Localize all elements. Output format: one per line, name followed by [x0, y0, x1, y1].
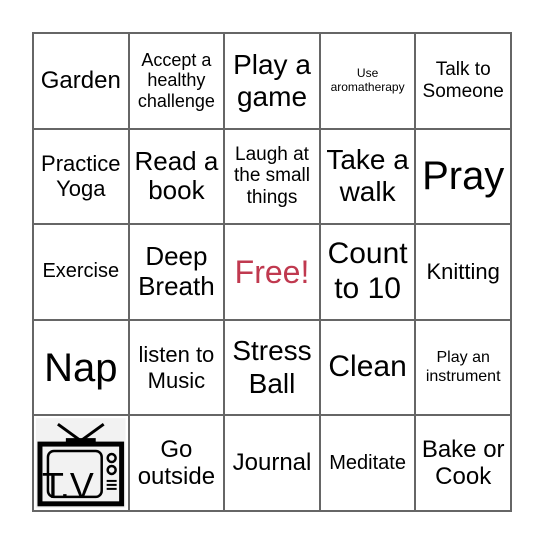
- cell-label: Read a book: [134, 145, 219, 206]
- cell-label: Clean: [328, 350, 407, 384]
- cell-label: Journal: [232, 449, 312, 477]
- bingo-cell[interactable]: Read a book: [129, 129, 226, 226]
- bingo-cell[interactable]: Deep Breath: [129, 225, 226, 321]
- bingo-cell[interactable]: Meditate: [320, 416, 417, 512]
- bingo-cell[interactable]: Take a walk: [320, 129, 417, 226]
- cell-label: Exercise: [42, 260, 120, 283]
- cell-label: Deep Breath: [138, 241, 215, 301]
- cell-label: Practice Yoga: [41, 151, 121, 202]
- cell-label: Meditate: [329, 451, 406, 474]
- svg-text:T.V: T.V: [42, 466, 94, 506]
- bingo-cell[interactable]: Knitting: [416, 225, 512, 321]
- cell-label: Use aromatherapy: [330, 66, 405, 94]
- bingo-cell[interactable]: Practice Yoga: [34, 129, 130, 226]
- bingo-cell[interactable]: Use aromatherapy: [320, 34, 417, 130]
- cell-label: Free!: [234, 253, 310, 290]
- tv-icon: T.V: [36, 418, 126, 508]
- free-space-cell[interactable]: Free!: [225, 225, 321, 321]
- bingo-cell[interactable]: Play a game: [225, 34, 321, 130]
- cell-label: Laugh at the small things: [233, 143, 310, 209]
- cell-label: Take a walk: [326, 144, 409, 208]
- bingo-cell[interactable]: listen to Music: [129, 320, 226, 417]
- bingo-board: Garden Accept a healthy challenge Play a g…: [32, 32, 512, 512]
- cell-label: Go outside: [137, 435, 216, 491]
- cell-label: Nap: [44, 345, 118, 390]
- bingo-cell[interactable]: Exercise: [34, 225, 130, 321]
- bingo-cell[interactable]: Go outside: [129, 416, 226, 512]
- bingo-cell[interactable]: Talk to Someone: [416, 34, 512, 130]
- cell-label: Play a game: [233, 48, 311, 112]
- bingo-cell[interactable]: T.V: [34, 416, 130, 512]
- cell-label: Bake or Cook: [421, 435, 505, 491]
- cell-label: Garden: [40, 67, 121, 94]
- cell-label: listen to Music: [138, 342, 215, 393]
- bingo-cell[interactable]: Laugh at the small things: [225, 129, 321, 226]
- cell-label: Pray: [422, 154, 505, 199]
- cell-label: Count to 10: [327, 237, 408, 305]
- bingo-cell[interactable]: Journal: [225, 416, 321, 512]
- bingo-cell[interactable]: Count to 10: [320, 225, 417, 321]
- cell-label: Stress Ball: [232, 335, 312, 399]
- bingo-cell[interactable]: Clean: [320, 320, 417, 417]
- cell-label: Accept a healthy challenge: [137, 49, 215, 112]
- bingo-cell[interactable]: Accept a healthy challenge: [129, 34, 226, 130]
- bingo-cell[interactable]: Stress Ball: [225, 320, 321, 417]
- bingo-cell[interactable]: Bake or Cook: [416, 416, 512, 512]
- cell-label: Knitting: [426, 259, 500, 285]
- cell-label: Talk to Someone: [422, 58, 504, 102]
- cell-label: Play an instrument: [425, 349, 501, 385]
- bingo-cell[interactable]: Garden: [34, 34, 130, 130]
- bingo-cell[interactable]: Play an instrument: [416, 320, 512, 417]
- bingo-cell[interactable]: Nap: [34, 320, 130, 417]
- bingo-cell[interactable]: Pray: [416, 129, 512, 226]
